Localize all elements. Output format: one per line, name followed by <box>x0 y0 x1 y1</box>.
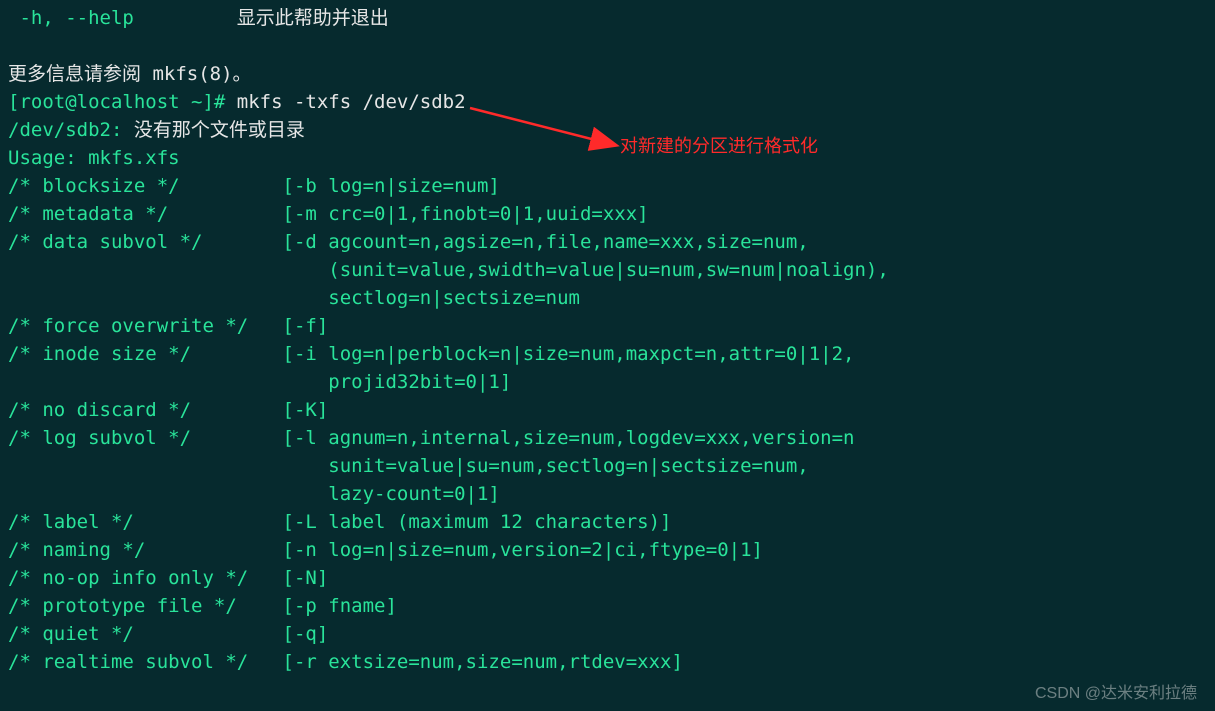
terminal-output: -h, --help 显示此帮助并退出 更多信息请参阅 mkfs(8)。 [roo… <box>0 0 1215 676</box>
terminal-segment: /* quiet */ [-q] <box>8 623 328 645</box>
terminal-segment: /* naming */ [-n log=n|size=num,version=… <box>8 539 763 561</box>
terminal-line: /dev/sdb2: 没有那个文件或目录 <box>8 116 1207 144</box>
terminal-segment: mkfs -txfs /dev/sdb2 <box>237 91 466 113</box>
terminal-line: /* label */ [-L label (maximum 12 charac… <box>8 508 1207 536</box>
terminal-segment: 没有那个文件或目录 <box>134 119 305 141</box>
terminal-line: /* realtime subvol */ [-r extsize=num,si… <box>8 648 1207 676</box>
terminal-segment: /* metadata */ [-m crc=0|1,finobt=0|1,uu… <box>8 203 649 225</box>
terminal-segment: /* label */ [-L label (maximum 12 charac… <box>8 511 671 533</box>
terminal-segment: /* log subvol */ [-l agnum=n,internal,si… <box>8 427 854 449</box>
terminal-line: [root@localhost ~]# mkfs -txfs /dev/sdb2 <box>8 88 1207 116</box>
terminal-line: /* prototype file */ [-p fname] <box>8 592 1207 620</box>
terminal-line: -h, --help 显示此帮助并退出 <box>8 4 1207 32</box>
terminal-segment: sectlog=n|sectsize=num <box>8 287 580 309</box>
terminal-line: /* data subvol */ [-d agcount=n,agsize=n… <box>8 228 1207 256</box>
terminal-line: /* inode size */ [-i log=n|perblock=n|si… <box>8 340 1207 368</box>
terminal-segment: /dev/sdb2: <box>8 119 134 141</box>
terminal-line <box>8 32 1207 60</box>
terminal-line: /* blocksize */ [-b log=n|size=num] <box>8 172 1207 200</box>
terminal-line: sectlog=n|sectsize=num <box>8 284 1207 312</box>
terminal-line: /* no-op info only */ [-N] <box>8 564 1207 592</box>
terminal-segment: 更多信息请参阅 mkfs(8)。 <box>8 63 252 85</box>
terminal-line: /* log subvol */ [-l agnum=n,internal,si… <box>8 424 1207 452</box>
terminal-line: /* metadata */ [-m crc=0|1,finobt=0|1,uu… <box>8 200 1207 228</box>
terminal-segment: Usage: mkfs.xfs <box>8 147 180 169</box>
terminal-line: projid32bit=0|1] <box>8 368 1207 396</box>
terminal-segment: -h, --help <box>8 7 237 29</box>
terminal-line: sunit=value|su=num,sectlog=n|sectsize=nu… <box>8 452 1207 480</box>
terminal-line: Usage: mkfs.xfs <box>8 144 1207 172</box>
terminal-line: /* quiet */ [-q] <box>8 620 1207 648</box>
terminal-segment: /* no discard */ [-K] <box>8 399 328 421</box>
terminal-segment: /* prototype file */ [-p fname] <box>8 595 397 617</box>
watermark: CSDN @达米安利拉德 <box>1035 679 1197 703</box>
terminal-segment: /* data subvol */ [-d agcount=n,agsize=n… <box>8 231 809 253</box>
terminal-segment: /* no-op info only */ [-N] <box>8 567 328 589</box>
terminal-segment: /* realtime subvol */ [-r extsize=num,si… <box>8 651 683 673</box>
terminal-segment: /* inode size */ [-i log=n|perblock=n|si… <box>8 343 854 365</box>
terminal-segment: (sunit=value,swidth=value|su=num,sw=num|… <box>8 259 889 281</box>
terminal-segment: sunit=value|su=num,sectlog=n|sectsize=nu… <box>8 455 809 477</box>
terminal-segment: /* blocksize */ [-b log=n|size=num] <box>8 175 500 197</box>
terminal-segment: lazy-count=0|1] <box>8 483 500 505</box>
terminal-line: /* naming */ [-n log=n|size=num,version=… <box>8 536 1207 564</box>
terminal-line: 更多信息请参阅 mkfs(8)。 <box>8 60 1207 88</box>
terminal-line: /* force overwrite */ [-f] <box>8 312 1207 340</box>
terminal-line: (sunit=value,swidth=value|su=num,sw=num|… <box>8 256 1207 284</box>
terminal-line: lazy-count=0|1] <box>8 480 1207 508</box>
terminal-line: /* no discard */ [-K] <box>8 396 1207 424</box>
terminal-segment: projid32bit=0|1] <box>8 371 511 393</box>
terminal-segment: 显示此帮助并退出 <box>237 7 389 29</box>
terminal-segment: /* force overwrite */ [-f] <box>8 315 328 337</box>
terminal-segment: [root@localhost ~]# <box>8 91 237 113</box>
